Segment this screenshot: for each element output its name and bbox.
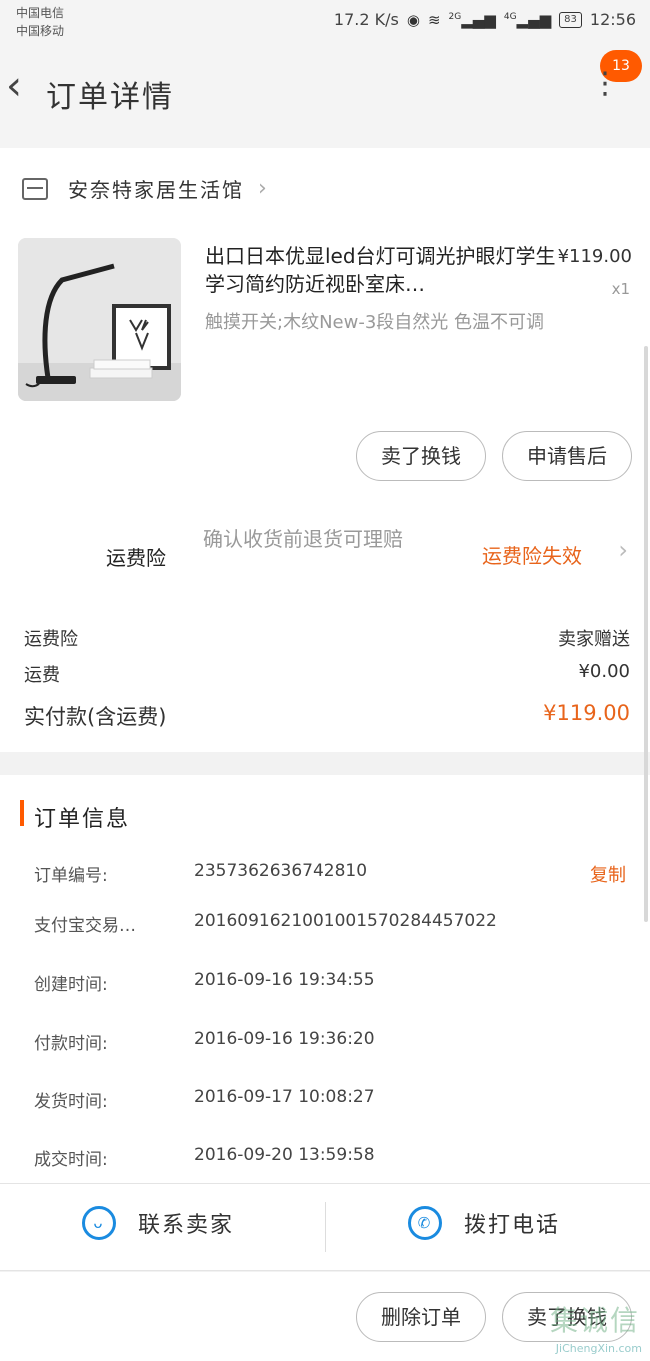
info-value: 2016-09-17 10:08:27 (194, 1087, 375, 1107)
fee-row-shipping: 运费 ¥0.00 (24, 661, 630, 687)
desk-lamp-illustration (18, 238, 181, 401)
more-menu-icon[interactable]: ⋮ (590, 69, 620, 99)
status-right: 17.2 K/s ◉ ≋ 2G▂▄▆ 4G▂▄▆ 83 12:56 (334, 10, 636, 29)
info-label: 付款时间: (34, 1034, 108, 1054)
copy-button[interactable]: 复制 (590, 861, 626, 887)
info-value: 2016091621001001570284457022 (194, 911, 497, 931)
shop-icon (22, 177, 48, 200)
bottom-action-bar: 删除订单 卖了换钱 集诚信 JiChengXin.com (0, 1272, 650, 1361)
product-image[interactable] (18, 238, 181, 401)
info-label: 支付宝交易… (34, 916, 136, 936)
insurance-label: 运费险 (106, 546, 166, 570)
info-label: 发货时间: (34, 1092, 108, 1112)
phone-icon: ✆ (408, 1206, 442, 1240)
divider (325, 1202, 326, 1252)
carrier-1: 中国电信 (16, 6, 65, 20)
eye-icon: ◉ (406, 10, 420, 29)
section-accent-bar (20, 800, 24, 826)
contact-seller-label: 联系卖家 (138, 1213, 235, 1238)
product-quantity: x1 (611, 280, 630, 298)
order-info-card: 订单信息 订单编号: 2357362636742810 复制 支付宝交易… 20… (0, 775, 650, 1183)
network-speed: 17.2 K/s (333, 10, 399, 29)
clock: 12:56 (589, 10, 636, 29)
info-label: 创建时间: (34, 975, 108, 995)
status-bar: 中国电信 中国移动 17.2 K/s ◉ ≋ 2G▂▄▆ 4G▂▄▆ 83 12… (0, 0, 650, 44)
insurance-status[interactable]: 运费险失效 (482, 540, 582, 569)
shop-row[interactable]: 安奈特家居生活馆 › (22, 174, 267, 203)
app-header: ‹ 订单详情 13 ⋮ (0, 44, 650, 148)
product-sku: 触摸开关;木纹New-3段自然光 色温不可调 (205, 312, 544, 333)
battery-icon: 83 (559, 11, 582, 28)
scrollbar[interactable] (644, 346, 648, 922)
signal-4g-icon: 4G▂▄▆ (503, 10, 552, 29)
wifi-icon: ≋ (427, 10, 441, 29)
fee-label: 运费 (24, 665, 60, 686)
back-arrow-icon[interactable]: ‹ (6, 66, 22, 106)
product-price: ¥119.00 (557, 246, 632, 267)
insurance-description: 确认收货前退货可理赔 (203, 527, 403, 551)
carrier-2: 中国移动 (16, 24, 65, 38)
total-value: ¥119.00 (543, 701, 630, 725)
info-value: 2016-09-20 13:59:58 (194, 1145, 375, 1165)
total-label: 实付款(含运费) (24, 705, 167, 729)
watermark-logo: 集诚信 (549, 1304, 640, 1337)
fee-label: 运费险 (24, 629, 78, 650)
chat-bubble-icon: ᴗ (82, 1206, 116, 1240)
call-phone-button[interactable]: ✆ 拨打电话 (408, 1206, 560, 1240)
page-title: 订单详情 (46, 80, 174, 115)
delete-order-button[interactable]: 删除订单 (356, 1292, 486, 1342)
product-title[interactable]: 出口日本优显led台灯可调光护眼灯学生学习简约防近视卧室床… (205, 242, 560, 298)
fee-value: 卖家赠送 (558, 629, 630, 650)
section-title: 订单信息 (34, 807, 131, 832)
info-label: 成交时间: (34, 1150, 108, 1170)
chevron-right-icon[interactable]: › (618, 536, 628, 564)
call-phone-label: 拨打电话 (464, 1213, 561, 1238)
signal-2g-icon: 2G▂▄▆ (448, 10, 496, 29)
info-value: 2016-09-16 19:34:55 (194, 970, 375, 990)
contact-seller-button[interactable]: ᴗ 联系卖家 (82, 1206, 234, 1240)
after-sale-button[interactable]: 申请售后 (502, 431, 632, 481)
resell-button[interactable]: 卖了换钱 (356, 431, 486, 481)
info-label: 订单编号: (34, 866, 108, 886)
info-value: 2016-09-16 19:36:20 (194, 1029, 375, 1049)
shop-name: 安奈特家居生活馆 (68, 178, 244, 202)
fee-value: ¥0.00 (578, 661, 630, 682)
contact-bar: ᴗ 联系卖家 ✆ 拨打电话 (0, 1183, 650, 1271)
order-summary-card: 安奈特家居生活馆 › 出口日本优显led台灯可调光护眼灯学生学习简约防近视卧室床… (0, 148, 650, 752)
info-value: 2357362636742810 (194, 861, 368, 881)
fee-row-total: 实付款(含运费) ¥119.00 (24, 701, 630, 731)
watermark-url: JiChengXin.com (555, 1342, 642, 1355)
fee-row-insurance: 运费险 卖家赠送 (24, 625, 630, 651)
chevron-right-icon: › (258, 176, 267, 201)
